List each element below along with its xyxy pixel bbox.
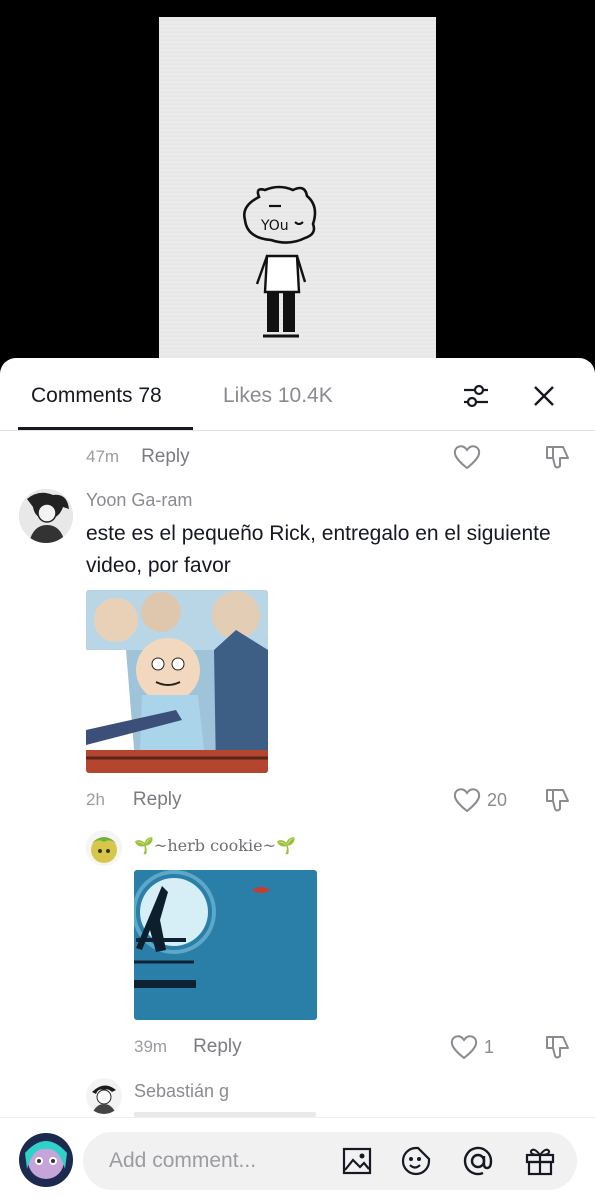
- avatar[interactable]: [19, 489, 73, 543]
- gift-icon: [525, 1148, 555, 1176]
- comment-time: 39m: [134, 1037, 168, 1056]
- comment-time: 47m: [86, 447, 120, 466]
- thumbs-down-icon: [546, 446, 569, 469]
- sticker-button[interactable]: [399, 1144, 433, 1178]
- avatar-image: [19, 489, 73, 543]
- comment-time: 2h: [86, 790, 105, 809]
- avatar[interactable]: [86, 830, 122, 866]
- comment-image[interactable]: [86, 590, 268, 773]
- like-count: 1: [484, 1036, 495, 1057]
- comment-text: este es el pequeño Rick, entregalo en el…: [86, 522, 551, 577]
- comments-sheet: Comments 78 Likes 10.4K 47m Reply Yoon G…: [0, 358, 595, 1199]
- comment-input-bar: Add comment...: [0, 1117, 595, 1199]
- comment-meta: 39m Reply: [134, 1036, 242, 1058]
- moonlight-scene-image: [134, 870, 317, 1020]
- reply-button[interactable]: Reply: [141, 446, 190, 468]
- comment-username[interactable]: Sebastián g: [134, 1081, 229, 1102]
- comment-username[interactable]: 🌱~herb cookie~🌱: [134, 836, 296, 855]
- avatar-image: [86, 1078, 122, 1114]
- like-button[interactable]: 1: [450, 1034, 494, 1060]
- avatar[interactable]: [86, 1078, 122, 1114]
- heart-icon: [450, 1035, 478, 1060]
- comment-input[interactable]: Add comment...: [83, 1132, 577, 1190]
- comment-meta: 2h Reply: [86, 789, 182, 811]
- avatar-image: [19, 1133, 73, 1187]
- tab-comments[interactable]: Comments 78: [31, 384, 162, 408]
- like-button[interactable]: [453, 444, 481, 470]
- emoji-icon: [401, 1146, 431, 1176]
- video-player[interactable]: YOu: [0, 0, 595, 380]
- active-tab-indicator: [18, 427, 193, 430]
- avatar-image: [86, 830, 122, 866]
- close-icon: [534, 386, 554, 406]
- comment-image[interactable]: [134, 870, 317, 1020]
- like-count: 20: [487, 789, 508, 810]
- image-icon: [342, 1147, 372, 1175]
- thumbs-down-icon: [546, 1036, 569, 1059]
- filter-button[interactable]: [458, 378, 494, 414]
- dislike-button[interactable]: [543, 787, 571, 820]
- rick-cartoon-image: [86, 590, 268, 773]
- image-button[interactable]: [340, 1144, 374, 1178]
- comment-meta: 47m Reply: [86, 446, 190, 468]
- dislike-button[interactable]: [543, 1034, 571, 1067]
- tab-likes[interactable]: Likes 10.4K: [223, 384, 333, 408]
- comment-input-placeholder: Add comment...: [109, 1149, 257, 1172]
- reply-button[interactable]: Reply: [193, 1036, 242, 1058]
- sliders-icon: [464, 384, 488, 408]
- tab-bar: Comments 78 Likes 10.4K: [0, 358, 595, 431]
- svg-text:YOu: YOu: [260, 218, 289, 234]
- mention-button[interactable]: [461, 1144, 495, 1178]
- at-sign-icon: [463, 1146, 493, 1176]
- thumbs-down-icon: [546, 789, 569, 812]
- heart-icon: [453, 788, 481, 813]
- gift-button[interactable]: [523, 1144, 557, 1178]
- heart-icon: [453, 445, 481, 470]
- like-button[interactable]: 20: [453, 787, 507, 813]
- comment-username[interactable]: Yoon Ga-ram: [86, 490, 192, 511]
- current-user-avatar[interactable]: [19, 1133, 73, 1187]
- close-button[interactable]: [526, 378, 562, 414]
- dislike-button[interactable]: [543, 444, 571, 477]
- video-frame[interactable]: YOu: [159, 17, 436, 362]
- reply-button[interactable]: Reply: [133, 789, 182, 811]
- cartoon-character-drawing: YOu: [243, 185, 317, 338]
